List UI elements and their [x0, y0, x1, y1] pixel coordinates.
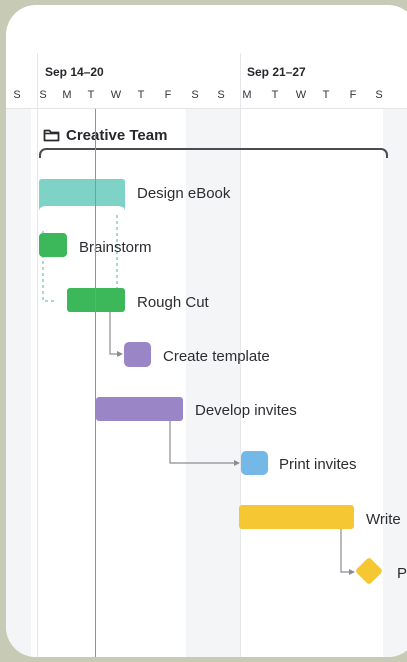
task-bar-brainstorm[interactable]: [39, 233, 67, 257]
arrow-head: [117, 351, 123, 357]
dependency-rough-cut-create-template: [109, 312, 118, 355]
task-label-create-template: Create template: [163, 348, 270, 365]
task-bar-write[interactable]: [239, 505, 354, 529]
task-label-write: Write: [366, 511, 401, 528]
task-label-develop-invites: Develop invites: [195, 402, 297, 419]
arrow-head: [234, 460, 240, 466]
task-bar-print-invites[interactable]: [241, 451, 268, 475]
task-label-milestone: P: [397, 565, 407, 582]
dependency-write-milestone: [340, 528, 350, 573]
dependency-develop-invites-print-invites: [169, 421, 235, 464]
task-label-design-ebook: Design eBook: [137, 185, 231, 202]
arrow-head: [349, 569, 355, 575]
today-marker-line: [95, 109, 96, 657]
dependency-lines: [42, 215, 355, 575]
task-bar-rough-cut[interactable]: [67, 288, 125, 312]
task-bar-create-template[interactable]: [124, 342, 151, 367]
task-label-print-invites: Print invites: [279, 456, 357, 473]
task-bar-design-ebook[interactable]: [39, 179, 125, 219]
task-bar-develop-invites[interactable]: [96, 397, 183, 421]
task-label-brainstorm: Brainstorm: [79, 239, 152, 256]
task-label-rough-cut: Rough Cut: [137, 294, 209, 311]
gantt-card: Sep 14–20 Sep 21–27 S S M T W T F S S M …: [6, 5, 407, 657]
